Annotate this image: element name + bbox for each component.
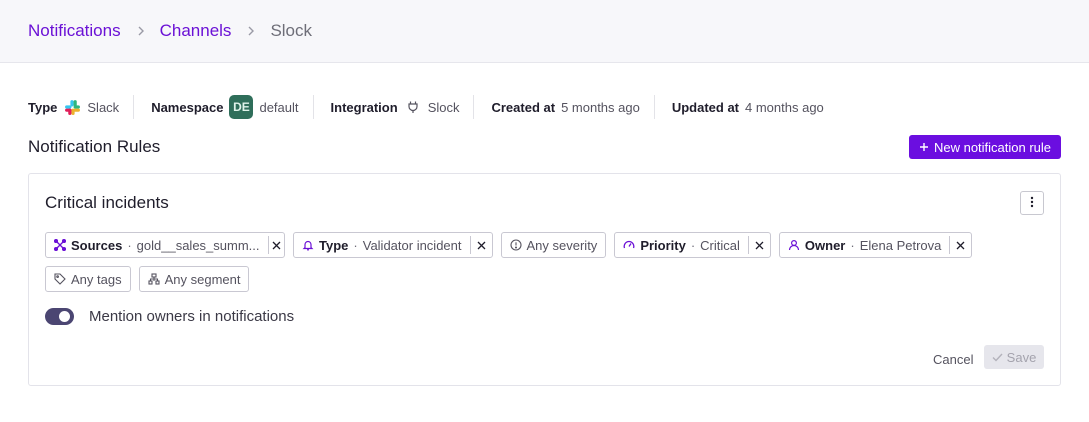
- filter-chip-owner[interactable]: Owner · Elena Petrova: [778, 232, 973, 258]
- remove-filter-button[interactable]: [949, 236, 971, 254]
- namespace-avatar: DE: [229, 95, 254, 119]
- remove-filter-button[interactable]: [747, 236, 770, 254]
- save-button[interactable]: Save: [984, 345, 1044, 369]
- close-icon: [272, 241, 281, 250]
- bell-icon: [302, 239, 314, 251]
- channel-meta: Type Slack Namespace DE default Integrat…: [28, 95, 855, 119]
- separator-dot: ·: [353, 237, 358, 253]
- filter-key: Priority: [640, 237, 686, 253]
- plug-icon: [404, 98, 422, 116]
- filter-key: Type: [319, 237, 349, 253]
- filter-chip-type[interactable]: Type · Validator incident: [293, 232, 493, 258]
- filter-chip-sources[interactable]: Sources · gold__sales_summ...: [45, 232, 285, 258]
- breadcrumb: Notifications Channels Slock: [0, 0, 1089, 63]
- filter-value: Any segment: [164, 271, 241, 287]
- separator-dot: ·: [690, 237, 696, 253]
- meta-updated: Updated at 4 months ago: [672, 95, 838, 119]
- filter-chip-segment[interactable]: Any segment: [138, 266, 250, 292]
- check-icon: [992, 350, 1003, 365]
- cancel-button[interactable]: Cancel: [933, 349, 973, 369]
- remove-filter-button[interactable]: [267, 236, 285, 254]
- plus-icon: [919, 140, 929, 155]
- info-circle-icon: [509, 239, 522, 251]
- filter-key: Owner: [804, 237, 846, 253]
- meta-namespace-value: default: [259, 99, 299, 115]
- new-notification-rule-label: New notification rule: [933, 139, 1052, 155]
- tag-icon: [54, 273, 66, 285]
- filter-value: gold__sales_summ...: [136, 237, 260, 253]
- segment-icon: [148, 273, 160, 285]
- meta-created-value: 5 months ago: [561, 99, 640, 115]
- separator-dot: ·: [127, 237, 132, 253]
- chevron-right-icon: [136, 26, 146, 36]
- close-icon: [755, 241, 764, 250]
- meta-type-label: Type: [28, 99, 58, 115]
- meta-created-label: Created at: [491, 99, 556, 115]
- meta-updated-label: Updated at: [671, 99, 740, 115]
- rule-filters: Sources · gold__sales_summ... Type · Validat…: [45, 232, 995, 292]
- new-notification-rule-button[interactable]: New notification rule: [909, 135, 1061, 159]
- rule-menu-button[interactable]: [1020, 191, 1044, 215]
- chevron-right-icon: [246, 26, 256, 36]
- filter-key: Sources: [71, 237, 123, 253]
- meta-updated-value: 4 months ago: [745, 99, 824, 115]
- save-label: Save: [1006, 349, 1037, 365]
- mention-owners-row: Mention owners in notifications: [45, 308, 294, 325]
- meta-namespace: Namespace DE default: [151, 95, 314, 119]
- filter-value: Critical: [700, 237, 740, 253]
- meta-type-value: Slack: [87, 99, 120, 115]
- filter-value: Elena Petrova: [859, 237, 942, 253]
- gauge-icon: [623, 239, 635, 251]
- mention-owners-label: Mention owners in notifications: [89, 308, 295, 325]
- meta-integration-label: Integration: [330, 99, 398, 115]
- notification-rule-card: Critical incidents Sources · gold__sales_s…: [28, 173, 1061, 386]
- separator-dot: ·: [850, 237, 855, 253]
- mention-owners-toggle[interactable]: [45, 308, 74, 325]
- filter-chip-priority[interactable]: Priority · Critical: [614, 232, 771, 258]
- remove-filter-button[interactable]: [469, 236, 492, 254]
- meta-integration-value: Slock: [427, 99, 460, 115]
- breadcrumb-current-channel: Slock: [270, 21, 313, 40]
- close-icon: [477, 241, 486, 250]
- section-title: Notification Rules: [28, 137, 161, 156]
- kebab-icon: [1030, 196, 1034, 211]
- filter-value: Validator incident: [362, 237, 462, 253]
- meta-type: Type Slack: [28, 95, 135, 119]
- breadcrumb-notifications[interactable]: Notifications: [28, 21, 121, 41]
- filter-chip-severity[interactable]: Any severity: [500, 232, 607, 258]
- slack-logo-icon: [63, 98, 81, 116]
- toggle-knob: [59, 311, 70, 322]
- user-icon: [788, 239, 800, 251]
- filter-value: Any tags: [71, 271, 122, 287]
- close-icon: [956, 241, 965, 250]
- rule-title: Critical incidents: [45, 193, 169, 212]
- filter-value: Any severity: [526, 237, 598, 253]
- filter-chip-tags[interactable]: Any tags: [45, 266, 131, 292]
- meta-namespace-label: Namespace: [151, 99, 224, 115]
- sources-icon: [54, 239, 66, 251]
- meta-integration: Integration Slock: [331, 95, 475, 119]
- breadcrumb-channels[interactable]: Channels: [160, 21, 232, 41]
- meta-created: Created at 5 months ago: [491, 95, 655, 119]
